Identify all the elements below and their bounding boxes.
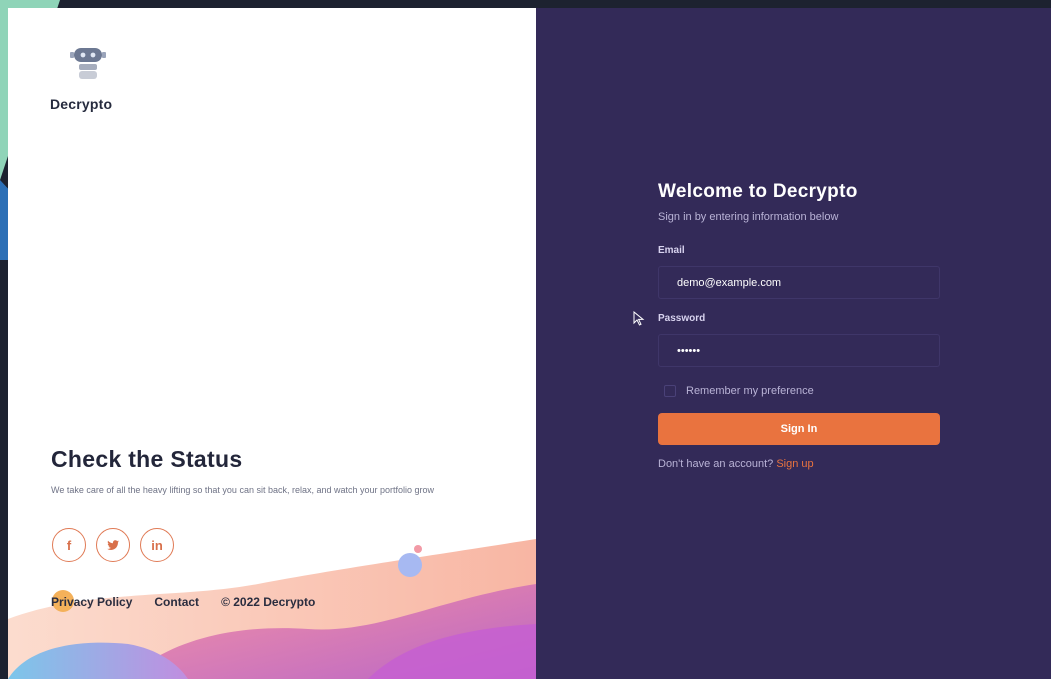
form-title: Welcome to Decrypto [658,181,858,202]
privacy-policy-link[interactable]: Privacy Policy [51,595,132,609]
twitter-button[interactable] [96,528,130,562]
signin-button[interactable]: Sign In [658,413,940,445]
signin-form: Welcome to Decrypto Sign in by entering … [658,181,940,470]
remember-label: Remember my preference [686,385,814,397]
signup-prompt: Don't have an account? [658,458,774,470]
remember-checkbox[interactable] [664,385,676,397]
email-label: Email [658,245,685,256]
app-window: Decrypto Check the Status We take care o… [8,8,1051,679]
facebook-icon: f [66,537,72,553]
linkedin-icon: in [151,537,163,553]
copyright-text: © 2022 Decrypto [221,595,316,609]
signup-link[interactable]: Sign up [776,458,813,470]
hero-description: We take care of all the heavy lifting so… [51,485,435,495]
mouse-cursor-icon [633,311,645,326]
signup-row: Don't have an account? Sign up [658,458,940,470]
form-subtitle: Sign in by entering information below [658,211,839,223]
left-panel: Decrypto Check the Status We take care o… [8,8,536,679]
right-panel: Welcome to Decrypto Sign in by entering … [536,8,1051,679]
facebook-button[interactable]: f [52,528,86,562]
linkedin-button[interactable]: in [140,528,174,562]
hero-title: Check the Status [51,446,243,472]
footer-links: Privacy Policy Contact © 2022 Decrypto [51,595,315,609]
email-field[interactable] [658,266,940,299]
robot-head-icon [70,48,106,79]
brand-name: Decrypto [50,96,113,112]
remember-row: Remember my preference [658,385,940,397]
twitter-icon [107,540,120,551]
password-label: Password [658,313,706,324]
contact-link[interactable]: Contact [154,595,199,609]
password-field[interactable] [658,334,940,367]
social-links: f in [52,528,174,562]
